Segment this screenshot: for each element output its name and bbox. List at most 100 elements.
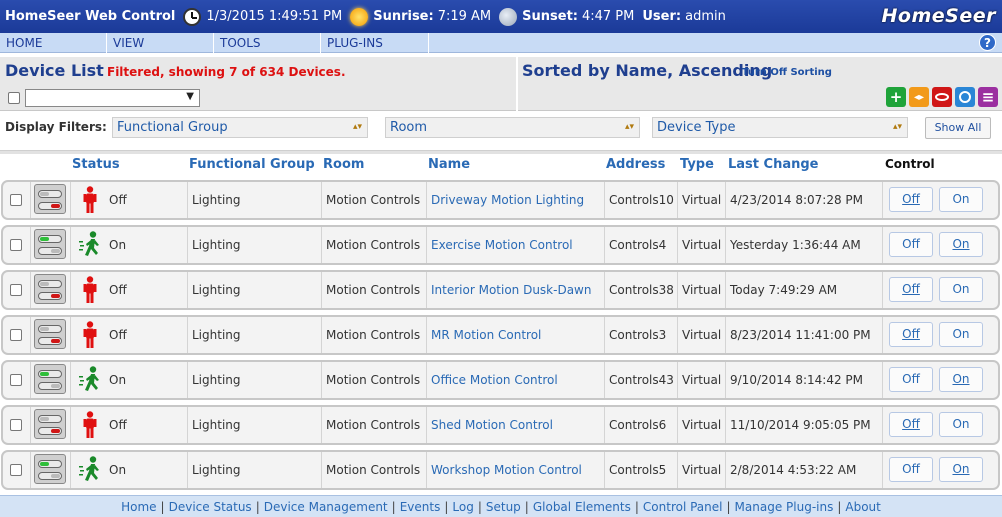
column-room[interactable]: Room — [323, 157, 364, 172]
list-icon[interactable]: ≡ — [978, 87, 998, 107]
on-button[interactable]: On — [939, 367, 983, 392]
menu-view[interactable]: VIEW — [107, 33, 214, 53]
status-text: Off — [109, 193, 127, 207]
column-last-change[interactable]: Last Change — [728, 157, 818, 172]
status-cell: On — [70, 452, 187, 488]
on-button[interactable]: On — [939, 187, 983, 212]
footer-separator: | — [391, 500, 396, 514]
footer-link-setup[interactable]: Setup — [486, 500, 521, 514]
footer-link-log[interactable]: Log — [452, 500, 473, 514]
off-button[interactable]: Off — [889, 232, 933, 257]
footer-link-home[interactable]: Home — [121, 500, 156, 514]
row-checkbox[interactable] — [10, 374, 22, 386]
device-toggle-cell — [30, 362, 70, 398]
on-button[interactable]: On — [939, 322, 983, 347]
status-cell: Off — [70, 407, 187, 443]
column-type[interactable]: Type — [680, 157, 714, 172]
footer-link-device-status[interactable]: Device Status — [169, 500, 252, 514]
switch-toggle-icon[interactable] — [34, 274, 66, 304]
address-cell: Controls3 — [604, 317, 677, 353]
motion-on-icon — [79, 456, 103, 488]
type-cell: Virtual — [677, 182, 725, 218]
on-button[interactable]: On — [939, 232, 983, 257]
footer-link-control-panel[interactable]: Control Panel — [643, 500, 723, 514]
control-cell: Off On — [882, 182, 998, 218]
ring-icon[interactable] — [932, 87, 952, 107]
device-name-link[interactable]: MR Motion Control — [431, 328, 541, 342]
row-checkbox[interactable] — [10, 419, 22, 431]
row-checkbox[interactable] — [10, 329, 22, 341]
column-status[interactable]: Status — [72, 157, 120, 172]
room-filter[interactable]: Room ▴▾ — [385, 117, 640, 138]
off-button[interactable]: Off — [889, 187, 933, 212]
footer-link-manage-plug-ins[interactable]: Manage Plug-ins — [735, 500, 834, 514]
switch-toggle-icon[interactable] — [34, 229, 66, 259]
table-row: Off Lighting Motion Controls Interior Motio… — [1, 270, 1000, 310]
device-type-filter-label: Device Type — [657, 120, 736, 135]
sunrise-time: 7:19 AM — [437, 9, 492, 24]
help-icon[interactable]: ? — [979, 34, 996, 51]
footer-link-device-management[interactable]: Device Management — [264, 500, 388, 514]
device-name-link[interactable]: Workshop Motion Control — [431, 463, 582, 477]
on-button[interactable]: On — [939, 277, 983, 302]
row-checkbox[interactable] — [10, 464, 22, 476]
address-cell: Controls5 — [604, 452, 677, 488]
row-checkbox[interactable] — [10, 239, 22, 251]
off-button[interactable]: Off — [889, 277, 933, 302]
homeseer-logo[interactable]: HomeSeer — [882, 5, 996, 27]
add-icon[interactable]: + — [886, 87, 906, 107]
off-button[interactable]: Off — [889, 322, 933, 347]
wireless-icon[interactable] — [955, 87, 975, 107]
functional-group-filter[interactable]: Functional Group ▴▾ — [112, 117, 368, 138]
off-button[interactable]: Off — [889, 457, 933, 482]
device-type-filter[interactable]: Device Type ▴▾ — [652, 117, 908, 138]
sunset-display: Sunset: 4:47 PM — [499, 7, 634, 26]
table-row: Off Lighting Motion Controls MR Motion Cont… — [1, 315, 1000, 355]
off-button[interactable]: Off — [889, 367, 933, 392]
device-name-link[interactable]: Shed Motion Control — [431, 418, 553, 432]
menu-tools[interactable]: TOOLS — [214, 33, 321, 53]
switch-toggle-icon[interactable] — [34, 319, 66, 349]
datetime-display: 1/3/2015 1:49:51 PM — [183, 7, 342, 26]
footer-link-about[interactable]: About — [845, 500, 880, 514]
functional-group-cell: Lighting — [187, 407, 321, 443]
switch-toggle-icon[interactable] — [34, 454, 66, 484]
room-cell: Motion Controls — [321, 317, 426, 353]
switch-toggle-icon[interactable] — [34, 409, 66, 439]
row-checkbox-cell — [3, 407, 30, 443]
row-checkbox[interactable] — [10, 284, 22, 296]
table-row: On Lighting Motion Controls Exercise Motion… — [1, 225, 1000, 265]
footer-separator: | — [255, 500, 260, 514]
room-cell: Motion Controls — [321, 227, 426, 263]
footer-link-events[interactable]: Events — [400, 500, 441, 514]
device-toggle-cell — [30, 227, 70, 263]
column-functional-group[interactable]: Functional Group — [189, 157, 315, 172]
menu-plug-ins[interactable]: PLUG-INS — [321, 33, 429, 53]
off-button[interactable]: Off — [889, 412, 933, 437]
select-all-checkbox[interactable] — [8, 92, 20, 104]
column-name[interactable]: Name — [428, 157, 470, 172]
switch-toggle-icon[interactable] — [34, 184, 66, 214]
device-name-link[interactable]: Exercise Motion Control — [431, 238, 573, 252]
device-name-link[interactable]: Office Motion Control — [431, 373, 558, 387]
device-name-link[interactable]: Driveway Motion Lighting — [431, 193, 584, 207]
column-address[interactable]: Address — [606, 157, 665, 172]
on-button[interactable]: On — [939, 412, 983, 437]
switch-toggle-icon[interactable] — [34, 364, 66, 394]
device-name-link[interactable]: Interior Motion Dusk-Dawn — [431, 283, 591, 297]
action-select[interactable]: ▼ — [25, 89, 200, 107]
menu-home[interactable]: HOME — [0, 33, 107, 53]
row-checkbox-cell — [3, 452, 30, 488]
status-text: On — [109, 463, 127, 477]
footer-link-global-elements[interactable]: Global Elements — [533, 500, 631, 514]
last-change-cell: 2/8/2014 4:53:22 AM — [725, 452, 882, 488]
name-cell: Driveway Motion Lighting — [426, 182, 604, 218]
show-all-button[interactable]: Show All — [925, 117, 991, 139]
turn-off-sorting-link[interactable]: Turn Off Sorting — [742, 67, 832, 78]
row-checkbox[interactable] — [10, 194, 22, 206]
arrows-icon[interactable]: ◂▸ — [909, 87, 929, 107]
user-name: admin — [685, 9, 726, 24]
on-button[interactable]: On — [939, 457, 983, 482]
status-text: On — [109, 373, 127, 387]
display-filters: Display Filters: Functional Group ▴▾ Roo… — [0, 113, 1002, 141]
